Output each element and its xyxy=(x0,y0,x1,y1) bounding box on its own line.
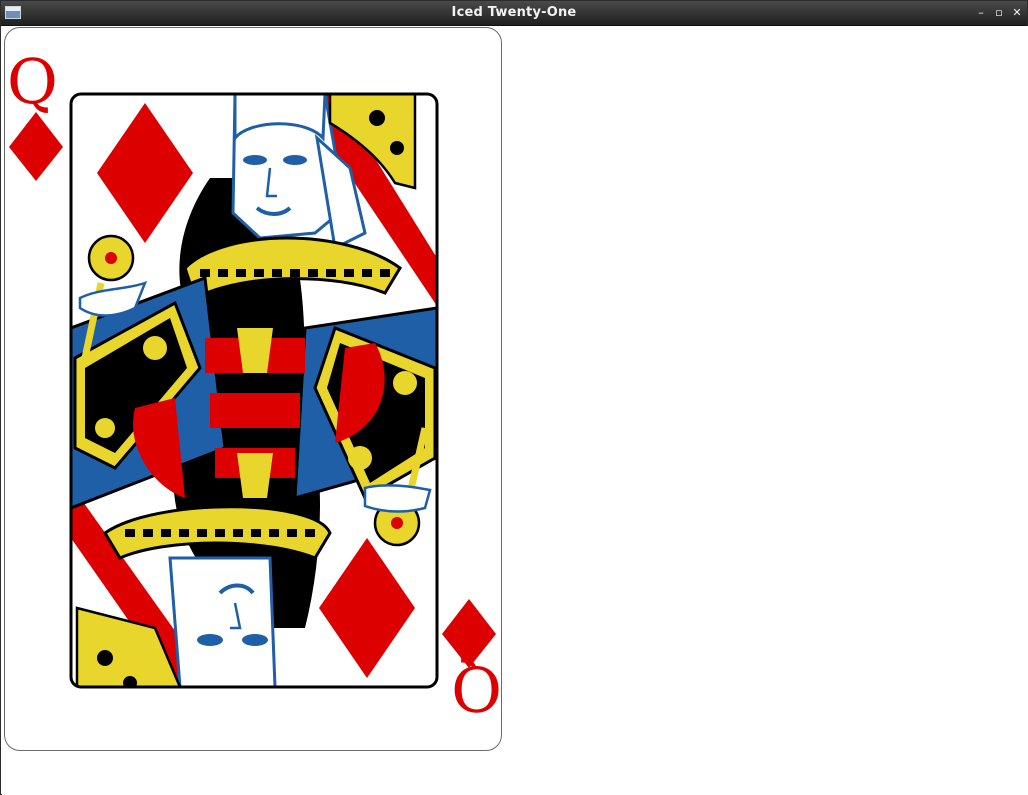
close-button[interactable]: ✕ xyxy=(1010,6,1024,20)
queen-portrait-icon xyxy=(71,94,437,687)
window-title: Iced Twenty-One xyxy=(451,5,577,20)
corner-rank-top: Q xyxy=(7,45,58,118)
title-bar[interactable]: Iced Twenty-One – ▫ ✕ xyxy=(1,1,1027,26)
playing-card-queen-of-diamonds[interactable]: Q Q xyxy=(4,27,502,751)
corner-diamond-top-icon xyxy=(9,112,63,181)
corner-rank-bottom: Q xyxy=(451,652,502,725)
maximize-button[interactable]: ▫ xyxy=(992,6,1006,20)
card-face: Q Q xyxy=(7,45,502,725)
app-window: Iced Twenty-One – ▫ ✕ Q Q xyxy=(0,0,1028,795)
minimize-button[interactable]: – xyxy=(974,6,988,20)
